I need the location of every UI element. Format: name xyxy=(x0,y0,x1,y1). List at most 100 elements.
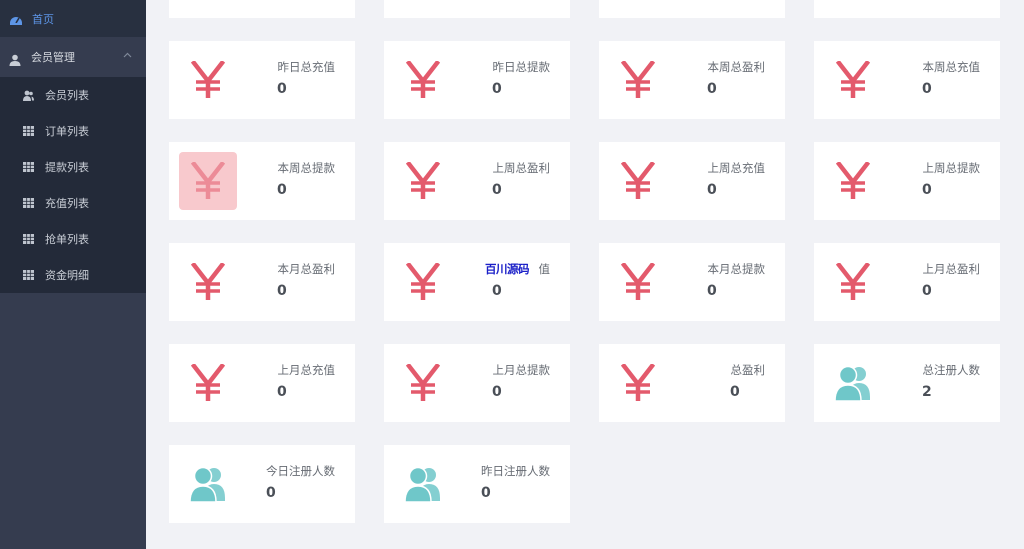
users-icon xyxy=(23,90,34,101)
stat-card: 本月总盈利 0 xyxy=(169,243,355,321)
stat-label: 昨日总提款 xyxy=(492,60,551,74)
stat-label: 上周总提款 xyxy=(922,161,981,175)
stat-card: 上周总充值 0 xyxy=(599,142,785,220)
yen-icon xyxy=(824,51,882,109)
stat-label: 上月总提款 xyxy=(492,363,551,377)
stat-card: 上月总盈利 0 xyxy=(814,243,1000,321)
stat-value: 0 xyxy=(730,384,740,400)
yen-icon xyxy=(394,152,452,210)
sidebar-item-5[interactable]: 资金明细 xyxy=(0,257,146,293)
yen-icon xyxy=(609,354,667,412)
stat-label: 总盈利 xyxy=(730,363,766,377)
yen-icon xyxy=(824,152,882,210)
stat-card-partial xyxy=(169,0,355,18)
stat-card: 值百川源码 0 xyxy=(384,243,570,321)
sidebar-item-4[interactable]: 抢单列表 xyxy=(0,221,146,257)
watermark-text: 百川源码 xyxy=(484,261,530,277)
stat-value: 0 xyxy=(277,283,287,299)
stat-card: 昨日总提款 0 xyxy=(384,41,570,119)
stat-value: 2 xyxy=(922,384,932,400)
stat-card: 上月总充值 0 xyxy=(169,344,355,422)
grid-icon xyxy=(23,197,34,209)
nav-member-management[interactable]: 会员管理 xyxy=(0,37,146,77)
grid-icon xyxy=(23,161,34,173)
stat-card: 今日注册人数 0 xyxy=(169,445,355,523)
user-icon xyxy=(9,51,21,66)
stat-value: 0 xyxy=(277,384,287,400)
stat-card: 上周总盈利 0 xyxy=(384,142,570,220)
sidebar-item-0[interactable]: 会员列表 xyxy=(0,77,146,113)
stat-card: 本周总提款 0 xyxy=(169,142,355,220)
stat-label: 昨日总充值 xyxy=(277,60,336,74)
yen-icon xyxy=(609,152,667,210)
nav-home[interactable]: 首页 xyxy=(0,0,146,37)
users-icon xyxy=(394,455,452,513)
stat-value: 0 xyxy=(492,283,502,299)
yen-icon xyxy=(394,253,452,311)
stat-label: 上月总盈利 xyxy=(922,262,981,276)
stat-card: 本月总提款 0 xyxy=(599,243,785,321)
sidebar-item-label: 会员列表 xyxy=(45,89,89,102)
stat-value: 0 xyxy=(707,81,717,97)
sidebar-item-label: 订单列表 xyxy=(45,125,89,138)
sidebar-item-label: 抢单列表 xyxy=(45,233,89,246)
stat-card: 昨日总充值 0 xyxy=(169,41,355,119)
stat-label: 本周总充值 xyxy=(922,60,981,74)
grid-icon xyxy=(23,233,34,245)
grid-icon xyxy=(23,125,34,137)
stat-label: 上月总充值 xyxy=(277,363,336,377)
chevron-up-icon[interactable] xyxy=(123,50,132,61)
stat-value: 0 xyxy=(492,81,502,97)
stat-value: 0 xyxy=(922,182,932,198)
sidebar-item-label: 提款列表 xyxy=(45,161,89,174)
stat-value: 0 xyxy=(492,182,502,198)
stat-value: 0 xyxy=(707,283,717,299)
stat-label: 本周总盈利 xyxy=(707,60,766,74)
stat-value: 0 xyxy=(277,182,287,198)
yen-icon xyxy=(609,253,667,311)
sidebar-item-2[interactable]: 提款列表 xyxy=(0,149,146,185)
stat-value: 0 xyxy=(492,384,502,400)
stat-value: 0 xyxy=(277,81,287,97)
main-content: 昨日总充值 0 昨日总提款 0 本周总盈利 0 本周总充值 0 本周总提款 0 上周总盈利 0 上周总充… xyxy=(146,0,1024,549)
stat-card: 昨日注册人数 0 xyxy=(384,445,570,523)
yen-icon xyxy=(394,51,452,109)
stat-label: 本周总提款 xyxy=(277,161,336,175)
sidebar-item-1[interactable]: 订单列表 xyxy=(0,113,146,149)
stat-value: 0 xyxy=(922,283,932,299)
stat-label: 总注册人数 xyxy=(922,363,981,377)
yen-icon xyxy=(824,253,882,311)
stat-card: 本周总充值 0 xyxy=(814,41,1000,119)
users-icon xyxy=(824,354,882,412)
stat-card: 上周总提款 0 xyxy=(814,142,1000,220)
stat-label: 本月总提款 xyxy=(707,262,766,276)
stat-value: 0 xyxy=(266,485,276,501)
users-icon xyxy=(179,455,237,513)
stat-value: 0 xyxy=(481,485,491,501)
nav-home-label: 首页 xyxy=(32,12,54,26)
grid-icon xyxy=(23,269,34,281)
sidebar-item-3[interactable]: 充值列表 xyxy=(0,185,146,221)
stat-value: 0 xyxy=(922,81,932,97)
yen-icon xyxy=(179,354,237,412)
sidebar-item-label: 资金明细 xyxy=(45,269,89,282)
stat-label: 本月总盈利 xyxy=(277,262,336,276)
yen-icon xyxy=(179,253,237,311)
yen-icon xyxy=(179,51,237,109)
sidebar: 首页 会员管理 会员列表订单列表提款列表充值列表抢单列表资金明细 xyxy=(0,0,146,549)
stat-card: 总盈利 0 xyxy=(599,344,785,422)
yen-icon xyxy=(609,51,667,109)
dashboard-icon xyxy=(9,12,23,26)
stat-card-partial xyxy=(384,0,570,18)
yen-icon xyxy=(394,354,452,412)
stat-card-partial xyxy=(599,0,785,18)
stat-value: 0 xyxy=(707,182,717,198)
stat-label: 值 xyxy=(538,262,551,276)
stat-label: 上周总盈利 xyxy=(492,161,551,175)
yen-icon xyxy=(179,152,237,210)
stat-label: 今日注册人数 xyxy=(266,464,335,478)
stat-label: 昨日注册人数 xyxy=(481,464,550,478)
stat-label: 上周总充值 xyxy=(707,161,766,175)
member-submenu: 会员列表订单列表提款列表充值列表抢单列表资金明细 xyxy=(0,77,146,293)
stat-card-partial xyxy=(814,0,1000,18)
